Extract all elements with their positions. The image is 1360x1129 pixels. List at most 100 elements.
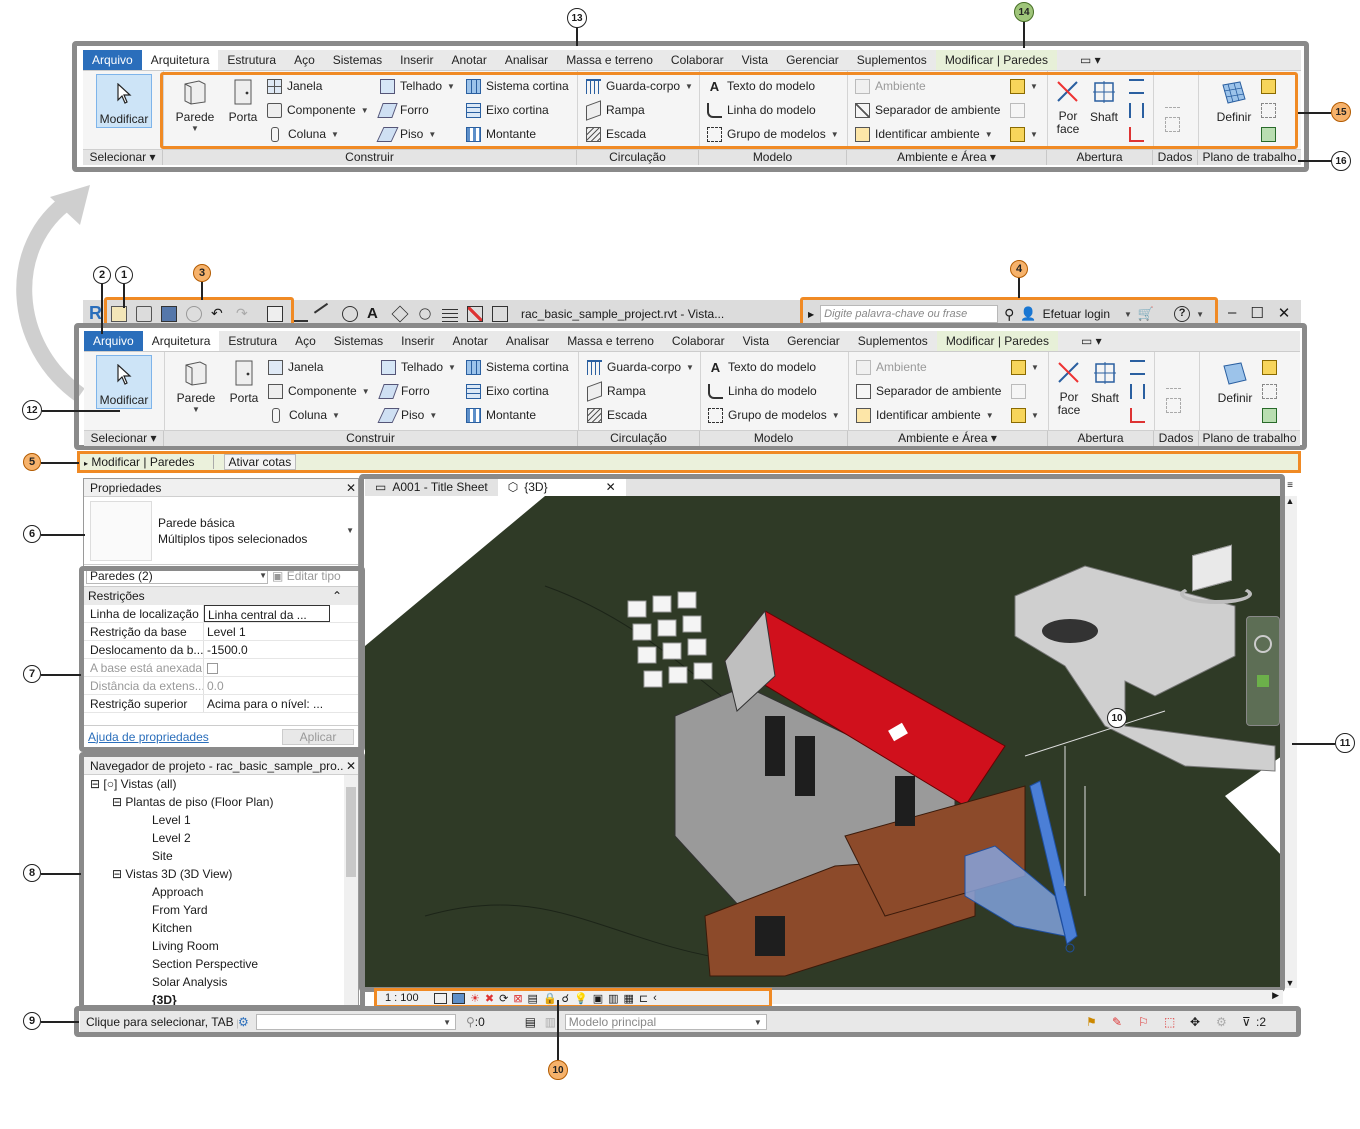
tab-massa-terreno[interactable]: Massa e terreno [558,331,663,351]
railing-button[interactable]: Guarda-corpo ▼ [587,356,694,378]
room-button[interactable]: Ambiente [856,356,927,378]
sun-path-icon[interactable]: ☀ [470,992,480,1005]
panel-ambiente-area[interactable]: Ambiente e Área ▾ [847,150,1047,165]
tab-colaborar[interactable]: Colaborar [662,50,733,70]
window-button[interactable]: Janela [268,356,323,378]
tab-sistemas[interactable]: Sistemas [325,331,392,351]
section-icon[interactable] [419,307,431,320]
default-3d-icon[interactable] [391,305,409,322]
model-group-button[interactable]: Grupo de modelos ▼ [708,404,840,426]
tab-arquitetura[interactable]: Arquitetura [141,50,219,70]
show-crop-icon[interactable]: ▤ [528,992,538,1005]
tag-room-button[interactable]: Identificar ambiente ▼ [856,404,994,426]
crop-view-icon[interactable]: ⊠ [513,992,522,1005]
column-button[interactable]: Coluna ▼ [268,404,340,426]
mullion-button[interactable]: Montante [466,404,536,426]
area-button[interactable]: ▼ [1011,356,1039,378]
show-workplane-button[interactable] [1262,356,1277,378]
tab-inserir[interactable]: Inserir [392,331,443,351]
tab-suplementos[interactable]: Suplementos [849,331,937,351]
vertical-opening-button[interactable] [1130,380,1145,402]
model-text-button[interactable]: A Texto do modelo [708,356,816,378]
tab-vista[interactable]: Vista [733,50,777,70]
tab-arquitetura[interactable]: Arquitetura [142,331,220,351]
worksharing-icon[interactable]: ▣ [593,992,603,1005]
viewport-hscroll[interactable]: ▶ [772,990,1283,1004]
switch-windows-icon[interactable] [492,305,508,322]
ceiling-button[interactable]: Forro [378,380,430,402]
tab-colaborar[interactable]: Colaborar [663,331,734,351]
floor-button[interactable]: Piso ▼ [377,404,437,426]
view-bar-collapse-icon[interactable]: ‹ [653,992,657,1004]
modify-button[interactable]: Modificar [96,74,152,128]
close-properties-icon[interactable]: ✕ [344,479,358,496]
curtain-system-button[interactable]: Sistema cortina [466,356,569,378]
thin-lines-icon[interactable] [442,305,458,322]
viewport-vscroll[interactable]: ▲ ▼ [1283,496,1297,988]
tab-massa-terreno[interactable]: Massa e terreno [557,50,662,70]
ribbon-minimize-button[interactable]: ▭ ▾ [1071,50,1110,70]
tag-icon[interactable] [342,305,358,322]
tab-inserir[interactable]: Inserir [391,50,442,70]
reveal-constraints-icon[interactable]: ⊏ [639,992,648,1005]
ribbon-minimize-button[interactable]: ▭ ▾ [1072,331,1111,351]
tab-modificar-paredes[interactable]: Modificar | Paredes [935,50,1057,70]
reference-plane-button[interactable] [1262,380,1277,402]
wall-opening-button[interactable] [1130,356,1145,378]
tab-anotar[interactable]: Anotar [443,331,496,351]
grid-button[interactable] [1166,394,1181,416]
tab-gerenciar[interactable]: Gerenciar [777,50,848,70]
roof-button[interactable]: Telhado ▼ [381,356,456,378]
activate-dimensions-button[interactable]: Ativar cotas [223,454,297,470]
wall-button[interactable]: Parede ▼ [174,358,218,414]
tag-area-button[interactable]: ▼ [1011,404,1039,426]
stair-button[interactable]: Escada [587,404,647,426]
tab-anotar[interactable]: Anotar [442,50,495,70]
close-window-icon[interactable]: ✕ [1278,304,1291,322]
maximize-icon[interactable]: ☐ [1250,304,1263,322]
tab-gerenciar[interactable]: Gerenciar [778,331,849,351]
temp-hide-icon[interactable]: ☌ [562,992,569,1005]
area-boundary-button[interactable] [1011,380,1026,402]
tab-arquivo[interactable]: Arquivo [84,331,143,351]
model-line-button[interactable]: Linha do modelo [708,380,817,402]
view-scale[interactable]: 1 : 100 [385,992,429,1004]
close-hidden-windows-icon[interactable] [467,305,483,322]
tab-vista[interactable]: Vista [734,331,778,351]
panel-ambiente-area[interactable]: Ambiente e Área ▾ [848,431,1048,446]
text-icon[interactable]: A [367,306,383,322]
tab-sistemas[interactable]: Sistemas [324,50,391,70]
visual-style-icon[interactable] [452,992,465,1004]
dormer-opening-button[interactable] [1130,404,1145,426]
aligned-dimension-icon[interactable] [313,302,337,325]
type-selector[interactable]: Parede básica Múltiplos tipos selecionad… [84,497,358,565]
panel-selecionar[interactable]: Selecionar ▾ [84,431,164,446]
level-button[interactable] [1166,370,1181,392]
minimize-icon[interactable]: – [1228,304,1236,322]
tab-suplementos[interactable]: Suplementos [848,50,936,70]
highlight-displacement-icon[interactable]: ▦ [624,992,634,1005]
shaft-button[interactable]: Shaft [1088,358,1122,405]
tab-aco[interactable]: Aço [286,331,325,351]
modify-button[interactable]: Modificar [96,355,152,409]
detail-level-icon[interactable] [434,992,447,1004]
by-face-button[interactable]: Por face [1052,358,1086,417]
workplane-viewer-button[interactable] [1262,404,1277,426]
ramp-button[interactable]: Rampa [587,380,646,402]
tab-aco[interactable]: Aço [285,50,324,70]
analytical-model-icon[interactable]: ▥ [608,992,618,1005]
room-separator-button[interactable]: Separador de ambiente [856,380,1001,402]
tab-modificar-paredes[interactable]: Modificar | Paredes [936,331,1058,351]
component-button[interactable]: Componente ▼ [268,380,370,402]
type-dropdown-icon[interactable]: ▼ [346,526,354,535]
curtain-grid-button[interactable]: Eixo cortina [466,380,549,402]
render-icon[interactable]: ⟳ [499,992,508,1005]
tab-analisar[interactable]: Analisar [496,50,557,70]
panel-selecionar[interactable]: Selecionar ▾ [83,150,163,165]
lock-view-icon[interactable]: 🔒 [543,992,557,1005]
shadows-icon[interactable]: ✖ [485,992,494,1005]
tab-estrutura[interactable]: Estrutura [218,50,285,70]
set-workplane-button[interactable]: Definir [1212,358,1258,405]
viewport-menu-icon[interactable]: ≡ [1283,480,1297,491]
door-button[interactable]: Porta [224,358,264,405]
